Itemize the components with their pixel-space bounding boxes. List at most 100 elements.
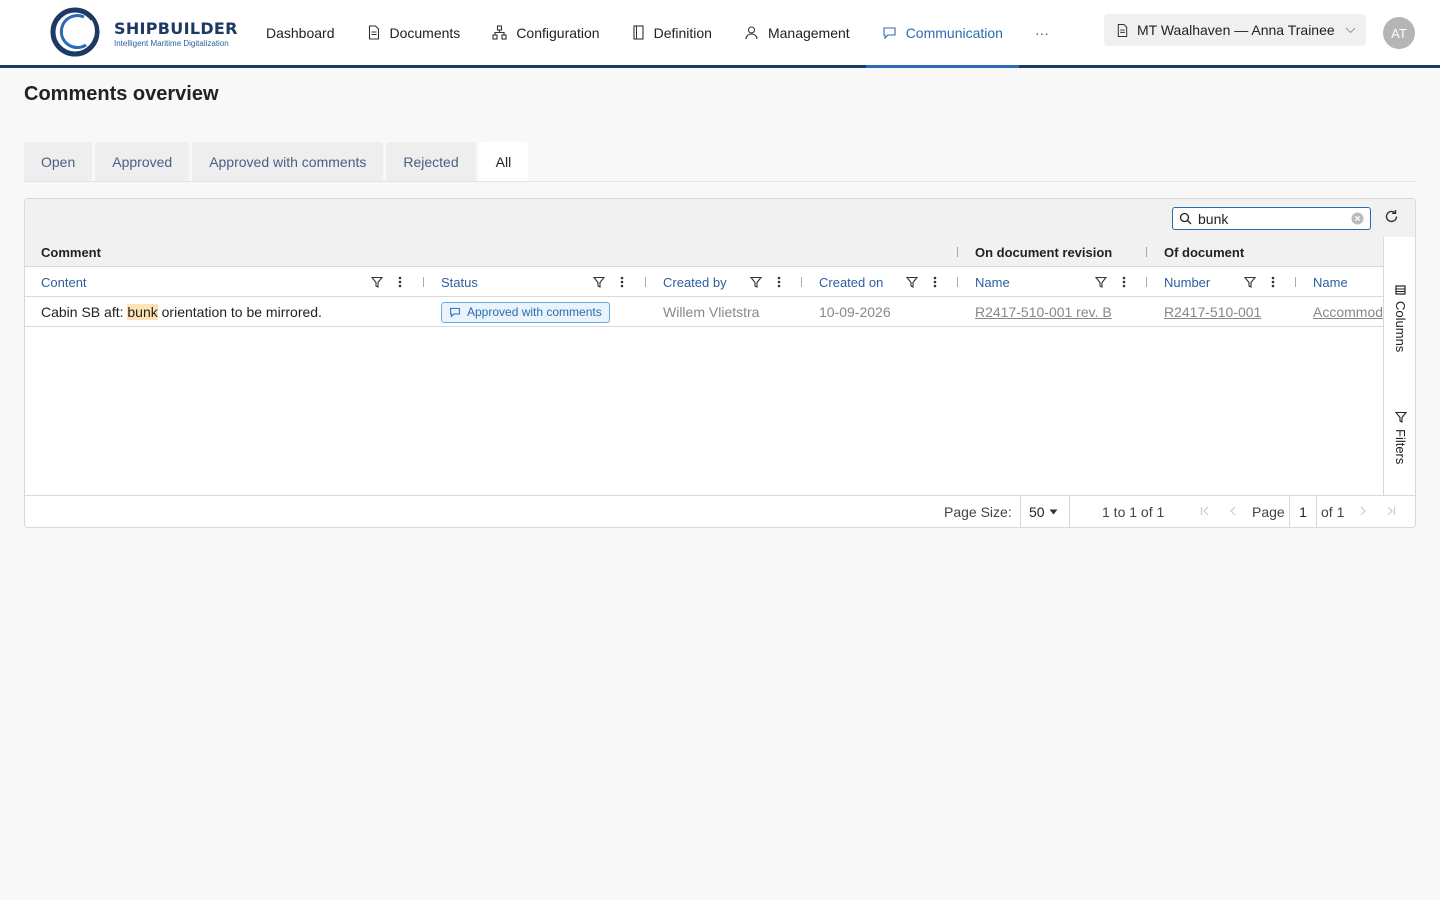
document-icon <box>368 25 379 40</box>
column-separator <box>1146 247 1147 257</box>
nav-definition[interactable]: Definition <box>616 0 728 65</box>
column-group-header: Comment On document revision Of document <box>25 237 1383 267</box>
search-input[interactable] <box>1198 210 1338 227</box>
column-separator <box>801 277 802 287</box>
status-badge-label: Approved with comments <box>467 305 602 319</box>
tab-open[interactable]: Open <box>24 142 93 182</box>
tab-approved-with-comments[interactable]: Approved with comments <box>192 142 384 182</box>
hierarchy-icon <box>492 25 507 40</box>
first-page-icon[interactable] <box>1199 505 1211 517</box>
nav-communication-label: Communication <box>905 24 1003 41</box>
page-size-value: 50 <box>1029 504 1045 520</box>
filter-icon[interactable] <box>593 276 605 288</box>
next-page-icon[interactable] <box>1357 505 1369 517</box>
column-separator <box>645 277 646 287</box>
last-page-icon[interactable] <box>1385 505 1397 517</box>
page-label: Page <box>1252 504 1285 520</box>
top-navigation-bar: SHIPBUILDER Intelligent Maritime Digital… <box>0 0 1440 68</box>
column-header-row: Content Status Created by Created on Nam… <box>25 267 1383 297</box>
columns-panel-label: Columns <box>1393 301 1408 353</box>
project-selector[interactable]: MT Waalhaven — Anna Trainee <box>1104 14 1366 46</box>
content-text-rest: orientation to be mirrored. <box>157 304 322 320</box>
brand-tagline: Intelligent Maritime Digitalization <box>114 38 229 48</box>
column-menu-icon[interactable] <box>620 276 624 288</box>
tab-all[interactable]: All <box>478 142 529 182</box>
column-document-name-header[interactable]: Name <box>1313 267 1348 297</box>
column-menu-icon[interactable] <box>1122 276 1126 288</box>
chevron-down-icon <box>1345 27 1356 33</box>
nav-documents-label: Documents <box>389 24 461 41</box>
book-icon <box>633 25 644 40</box>
total-pages-label: of 1 <box>1321 504 1345 520</box>
column-menu-icon[interactable] <box>1271 276 1275 288</box>
tab-approved[interactable]: Approved <box>95 142 190 182</box>
filters-panel-button[interactable]: Filters <box>1384 411 1415 464</box>
column-document-number-header[interactable]: Number <box>1164 267 1210 297</box>
table-row[interactable]: Cabin SB aft: bunk orientation to be mir… <box>25 297 1383 327</box>
clear-search-icon[interactable] <box>1351 212 1364 225</box>
column-separator <box>957 277 958 287</box>
main-nav: Dashboard Documents Configuration Defini… <box>250 0 1065 68</box>
nav-definition-label: Definition <box>653 24 712 41</box>
column-menu-icon[interactable] <box>777 276 781 288</box>
user-avatar[interactable]: AT <box>1383 17 1415 49</box>
search-match-highlight: bunk <box>127 304 158 320</box>
filter-icon[interactable] <box>1244 276 1256 288</box>
nav-dashboard[interactable]: Dashboard <box>250 0 351 65</box>
filter-icon[interactable] <box>906 276 918 288</box>
column-menu-icon[interactable] <box>933 276 937 288</box>
column-created-by-header[interactable]: Created by <box>663 267 727 297</box>
document-number-link[interactable]: R2417-510-001 <box>1164 297 1294 327</box>
chat-icon <box>450 307 460 318</box>
cell-content: Cabin SB aft: bunk orientation to be mir… <box>41 297 421 327</box>
columns-icon <box>1395 285 1406 295</box>
nav-configuration[interactable]: Configuration <box>476 0 615 65</box>
grid-side-bar: Columns Filters <box>1383 237 1415 495</box>
refresh-icon[interactable] <box>1384 209 1399 224</box>
column-created-on-header[interactable]: Created on <box>819 267 883 297</box>
document-icon <box>1117 23 1128 37</box>
tab-rejected[interactable]: Rejected <box>386 142 476 182</box>
column-revision-name-header[interactable]: Name <box>975 267 1010 297</box>
project-selector-label: MT Waalhaven — Anna Trainee <box>1137 22 1335 38</box>
previous-page-icon[interactable] <box>1227 505 1239 517</box>
group-comment: Comment <box>41 244 101 260</box>
current-page-input[interactable]: 1 <box>1289 496 1317 527</box>
revision-link[interactable]: R2417-510-001 rev. B <box>975 297 1145 327</box>
nav-more-button[interactable]: ··· <box>1019 0 1065 65</box>
filter-icon[interactable] <box>1095 276 1107 288</box>
column-menu-icon[interactable] <box>398 276 402 288</box>
column-content-header[interactable]: Content <box>41 267 87 297</box>
page-title: Comments overview <box>24 83 219 105</box>
columns-panel-button[interactable]: Columns <box>1384 285 1415 353</box>
filter-icon[interactable] <box>371 276 383 288</box>
comments-grid: Comment On document revision Of document… <box>24 198 1416 528</box>
column-separator <box>957 247 958 257</box>
nav-management[interactable]: Management <box>728 0 866 65</box>
column-status-header[interactable]: Status <box>441 267 478 297</box>
column-separator <box>1146 277 1147 287</box>
nav-dashboard-label: Dashboard <box>266 24 335 41</box>
nav-documents[interactable]: Documents <box>351 0 477 65</box>
cell-status: Approved with comments <box>441 297 641 327</box>
filter-icon <box>1394 411 1407 423</box>
quick-search <box>1172 207 1371 230</box>
filter-icon[interactable] <box>750 276 762 288</box>
document-name-link[interactable]: Accommod <box>1313 297 1383 327</box>
content-text: Cabin SB aft: <box>41 304 128 320</box>
nav-communication[interactable]: Communication <box>865 0 1020 68</box>
group-document-revision: On document revision <box>975 244 1113 260</box>
tabs-divider <box>24 181 1416 182</box>
nav-management-label: Management <box>767 24 850 41</box>
grid-toolbar <box>25 199 1415 237</box>
nav-configuration-label: Configuration <box>516 24 600 41</box>
cell-created-by: Willem Vlietstra <box>663 304 760 320</box>
brand-name: SHIPBUILDER <box>114 18 238 38</box>
caret-down-icon <box>1049 509 1058 515</box>
cell-created-on: 10-09-2026 <box>819 304 891 320</box>
page-size-select[interactable]: 50 <box>1020 496 1070 527</box>
shipbuilder-logo[interactable]: SHIPBUILDER Intelligent Maritime Digital… <box>50 7 238 57</box>
group-document: Of document <box>1164 244 1245 260</box>
pagination-bar: Page Size: 50 1 to 1 of 1 Page 1 of 1 <box>25 495 1415 527</box>
chat-icon <box>883 27 896 40</box>
